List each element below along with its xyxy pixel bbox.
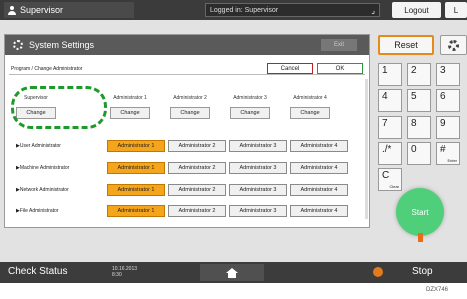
exit-button[interactable]: Exit [321,39,357,51]
keypad-key[interactable]: 6 [436,89,460,112]
row-label: ▶Machine Administrator [16,165,70,171]
administrator-option-button[interactable]: Administrator 2 [168,162,226,174]
cancel-button[interactable]: Cancel [267,63,313,74]
highlight-ring [11,86,107,129]
administrator-option-button[interactable]: Administrator 1 [107,140,165,152]
home-icon [226,267,238,278]
bottom-bar: Check Status 10.16.2013 8:30 Stop [0,262,467,283]
keypad-key[interactable]: # Enter [436,142,460,165]
reset-button[interactable]: Reset [378,35,434,55]
keypad-key[interactable]: 2 [407,63,431,86]
check-status-button[interactable]: Check Status [8,266,67,277]
keypad-key-label: # [440,144,446,155]
figure-code: DZX746 [426,287,449,293]
administrator-option-button[interactable]: Administrator 3 [229,162,287,174]
keypad-key[interactable]: 9 [436,116,460,139]
page-title: Program / Change Administrator [11,66,83,72]
settings-button[interactable] [440,35,467,55]
administrator-option-button[interactable]: Administrator 2 [168,205,226,217]
row-label: ▶Network Administrator [16,187,69,193]
column-header: Administrator 3 [233,95,267,101]
gear-icon [13,40,23,50]
keypad-key-sublabel: Clear [389,184,399,189]
keypad-key-label: ./* [382,144,392,155]
page-titlebar: Program / Change Administrator Cancel OK [9,63,365,75]
change-button[interactable]: Change [110,107,150,119]
administrator-option-button[interactable]: Administrator 3 [229,205,287,217]
row-label: ▶File Administrator [16,208,59,214]
keypad-key-label: 6 [440,91,446,102]
column-header: Administrator 1 [113,95,147,101]
user-indicator: Supervisor [4,2,134,18]
keypad-key[interactable]: ./* [378,142,402,165]
administrator-option-button[interactable]: Administrator 3 [229,184,287,196]
ok-button[interactable]: OK [317,63,363,74]
language-button[interactable]: L [445,2,467,18]
stop-button[interactable]: Stop [412,266,433,277]
keypad-key-label: 9 [440,118,446,129]
administrator-option-button[interactable]: Administrator 4 [290,184,348,196]
keypad-key[interactable]: 0 [407,142,431,165]
start-button[interactable]: Start [396,188,444,236]
login-status: Logged in: Supervisor ⌟ [205,3,380,17]
keypad-key[interactable]: C Clear [378,168,402,191]
start-indicator [418,233,423,242]
keypad-key-label: 7 [382,118,388,129]
window-title: System Settings [29,40,95,50]
column-header: Administrator 4 [293,95,327,101]
stop-icon [373,267,383,277]
keypad-key[interactable]: 3 [436,63,460,86]
keypad-key[interactable]: 8 [407,116,431,139]
change-button[interactable]: Change [230,107,270,119]
top-bar: Supervisor Logged in: Supervisor ⌟ Logou… [0,0,467,20]
login-status-text: Logged in: Supervisor [210,6,279,14]
keypad-key-label: 3 [440,65,446,76]
administrator-option-button[interactable]: Administrator 4 [290,205,348,217]
keypad-key-label: 1 [382,65,388,76]
keypad-key[interactable]: 4 [378,89,402,112]
time-text: 8:30 [112,272,122,278]
date-time: 10.16.2013 8:30 [112,266,137,278]
administrator-option-button[interactable]: Administrator 1 [107,205,165,217]
device-screen: Supervisor Logged in: Supervisor ⌟ Logou… [0,0,467,283]
gear-icon [448,39,459,51]
user-icon [8,5,16,15]
administrator-option-button[interactable]: Administrator 2 [168,140,226,152]
user-name: Supervisor [20,5,64,15]
change-button[interactable]: Change [170,107,210,119]
window-header: System Settings Exit [5,35,369,55]
column-header: Administrator 2 [173,95,207,101]
home-button[interactable] [200,264,264,281]
keypad-key[interactable]: 1 [378,63,402,86]
system-settings-window: System Settings Exit Program / Change Ad… [4,34,370,228]
keypad-key[interactable]: 5 [407,89,431,112]
keypad-key-label: 5 [411,91,417,102]
keypad-key[interactable]: 7 [378,116,402,139]
administrator-option-button[interactable]: Administrator 2 [168,184,226,196]
administrator-option-button[interactable]: Administrator 4 [290,140,348,152]
logout-button[interactable]: Logout [392,2,441,18]
administrator-option-button[interactable]: Administrator 3 [229,140,287,152]
message-icon: ⌟ [371,6,375,15]
administrator-option-button[interactable]: Administrator 1 [107,184,165,196]
keypad-key-label: 0 [411,144,417,155]
keypad-key-label: 2 [411,65,417,76]
administrator-option-button[interactable]: Administrator 4 [290,162,348,174]
keypad-key-sublabel: Enter [447,158,457,163]
scrollbar[interactable] [365,79,368,219]
keypad-key-label: 4 [382,91,388,102]
change-button[interactable]: Change [290,107,330,119]
keypad-key-label: 8 [411,118,417,129]
keypad-key-label: C [382,170,390,181]
row-label: ▶User Administrator [16,143,61,149]
administrator-option-button[interactable]: Administrator 1 [107,162,165,174]
